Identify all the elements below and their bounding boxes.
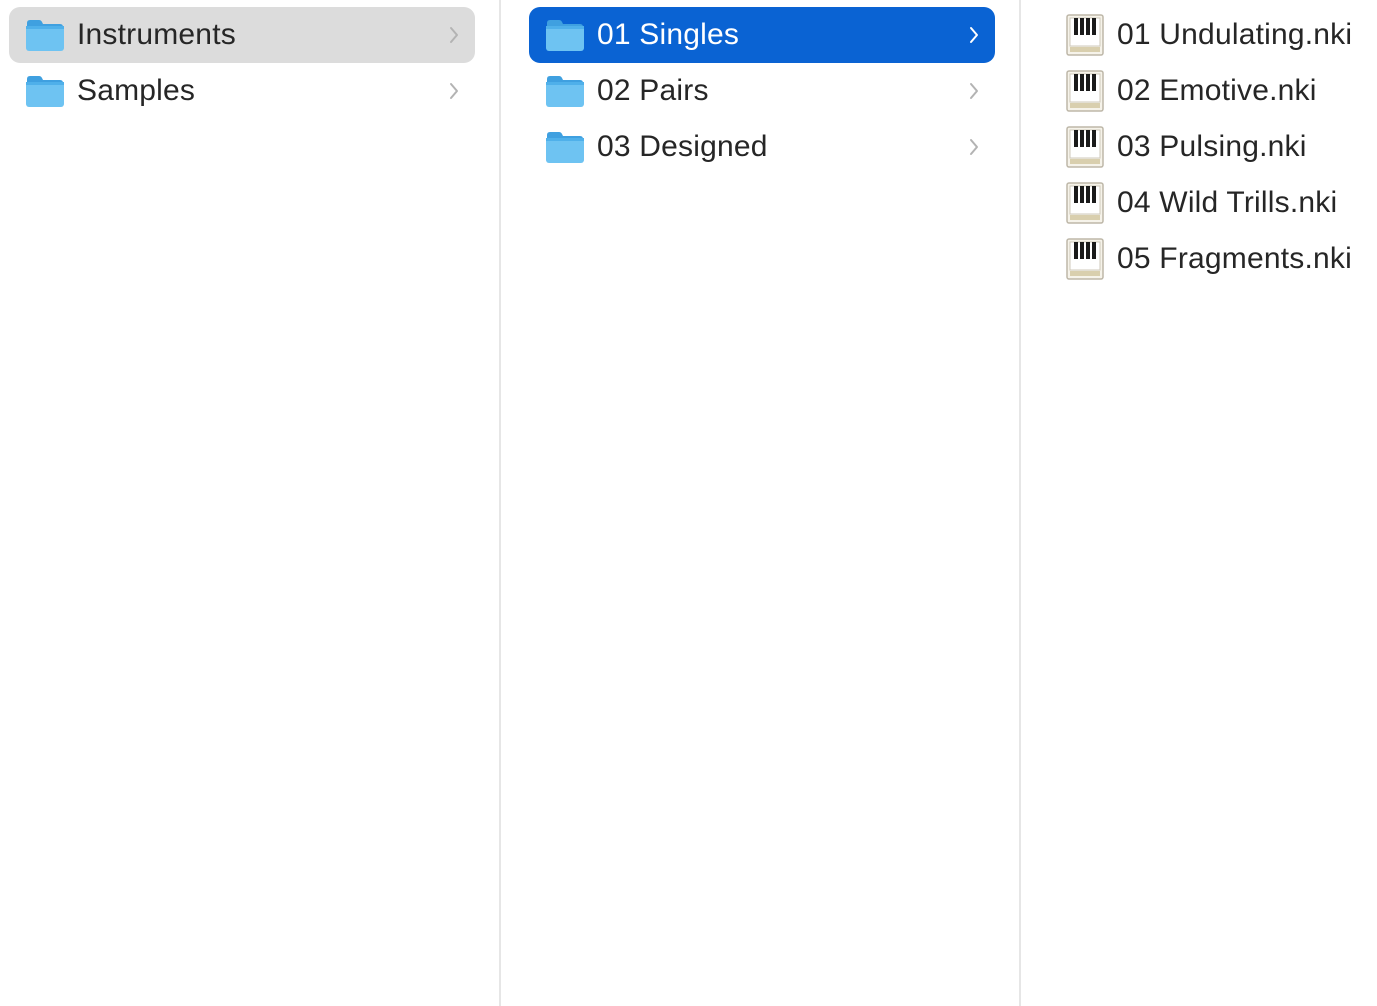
file-label: 04 Wild Trills.nki: [1117, 186, 1338, 219]
folder-label: Samples: [77, 74, 196, 107]
finder-column-browser: Instruments Samples 01 Singles 02 Pairs …: [0, 0, 1377, 1006]
folder-row-02-pairs[interactable]: 02 Pairs: [529, 63, 995, 119]
folder-row-samples[interactable]: Samples: [9, 63, 475, 119]
folder-label: Instruments: [77, 18, 236, 51]
column-root[interactable]: Instruments Samples: [0, 0, 501, 1006]
folder-icon: [545, 18, 585, 52]
file-row[interactable]: 04 Wild Trills.nki: [1049, 175, 1377, 231]
folder-row-instruments[interactable]: Instruments: [9, 7, 475, 63]
kontakt-instrument-file-icon: [1065, 181, 1105, 225]
folder-label: 02 Pairs: [597, 74, 709, 107]
folder-label: 03 Designed: [597, 130, 768, 163]
file-label: 03 Pulsing.nki: [1117, 130, 1307, 163]
column-instruments[interactable]: 01 Singles 02 Pairs 03 Designed: [503, 0, 1021, 1006]
kontakt-instrument-file-icon: [1065, 69, 1105, 113]
chevron-right-icon: [967, 80, 981, 102]
folder-icon: [545, 74, 585, 108]
file-label: 05 Fragments.nki: [1117, 242, 1352, 275]
folder-icon: [545, 130, 585, 164]
file-row[interactable]: 02 Emotive.nki: [1049, 63, 1377, 119]
file-label: 02 Emotive.nki: [1117, 74, 1317, 107]
folder-row-01-singles[interactable]: 01 Singles: [529, 7, 995, 63]
chevron-right-icon: [967, 136, 981, 158]
folder-label: 01 Singles: [597, 18, 740, 51]
file-label: 01 Undulating.nki: [1117, 18, 1353, 51]
chevron-right-icon: [967, 24, 981, 46]
column-01-singles[interactable]: 01 Undulating.nki 02 Emotive.nki 03 Puls…: [1023, 0, 1377, 1006]
kontakt-instrument-file-icon: [1065, 125, 1105, 169]
kontakt-instrument-file-icon: [1065, 13, 1105, 57]
folder-icon: [25, 18, 65, 52]
folder-icon: [25, 74, 65, 108]
folder-row-03-designed[interactable]: 03 Designed: [529, 119, 995, 175]
kontakt-instrument-file-icon: [1065, 237, 1105, 281]
chevron-right-icon: [447, 80, 461, 102]
file-row[interactable]: 03 Pulsing.nki: [1049, 119, 1377, 175]
file-row[interactable]: 05 Fragments.nki: [1049, 231, 1377, 287]
file-row[interactable]: 01 Undulating.nki: [1049, 7, 1377, 63]
chevron-right-icon: [447, 24, 461, 46]
